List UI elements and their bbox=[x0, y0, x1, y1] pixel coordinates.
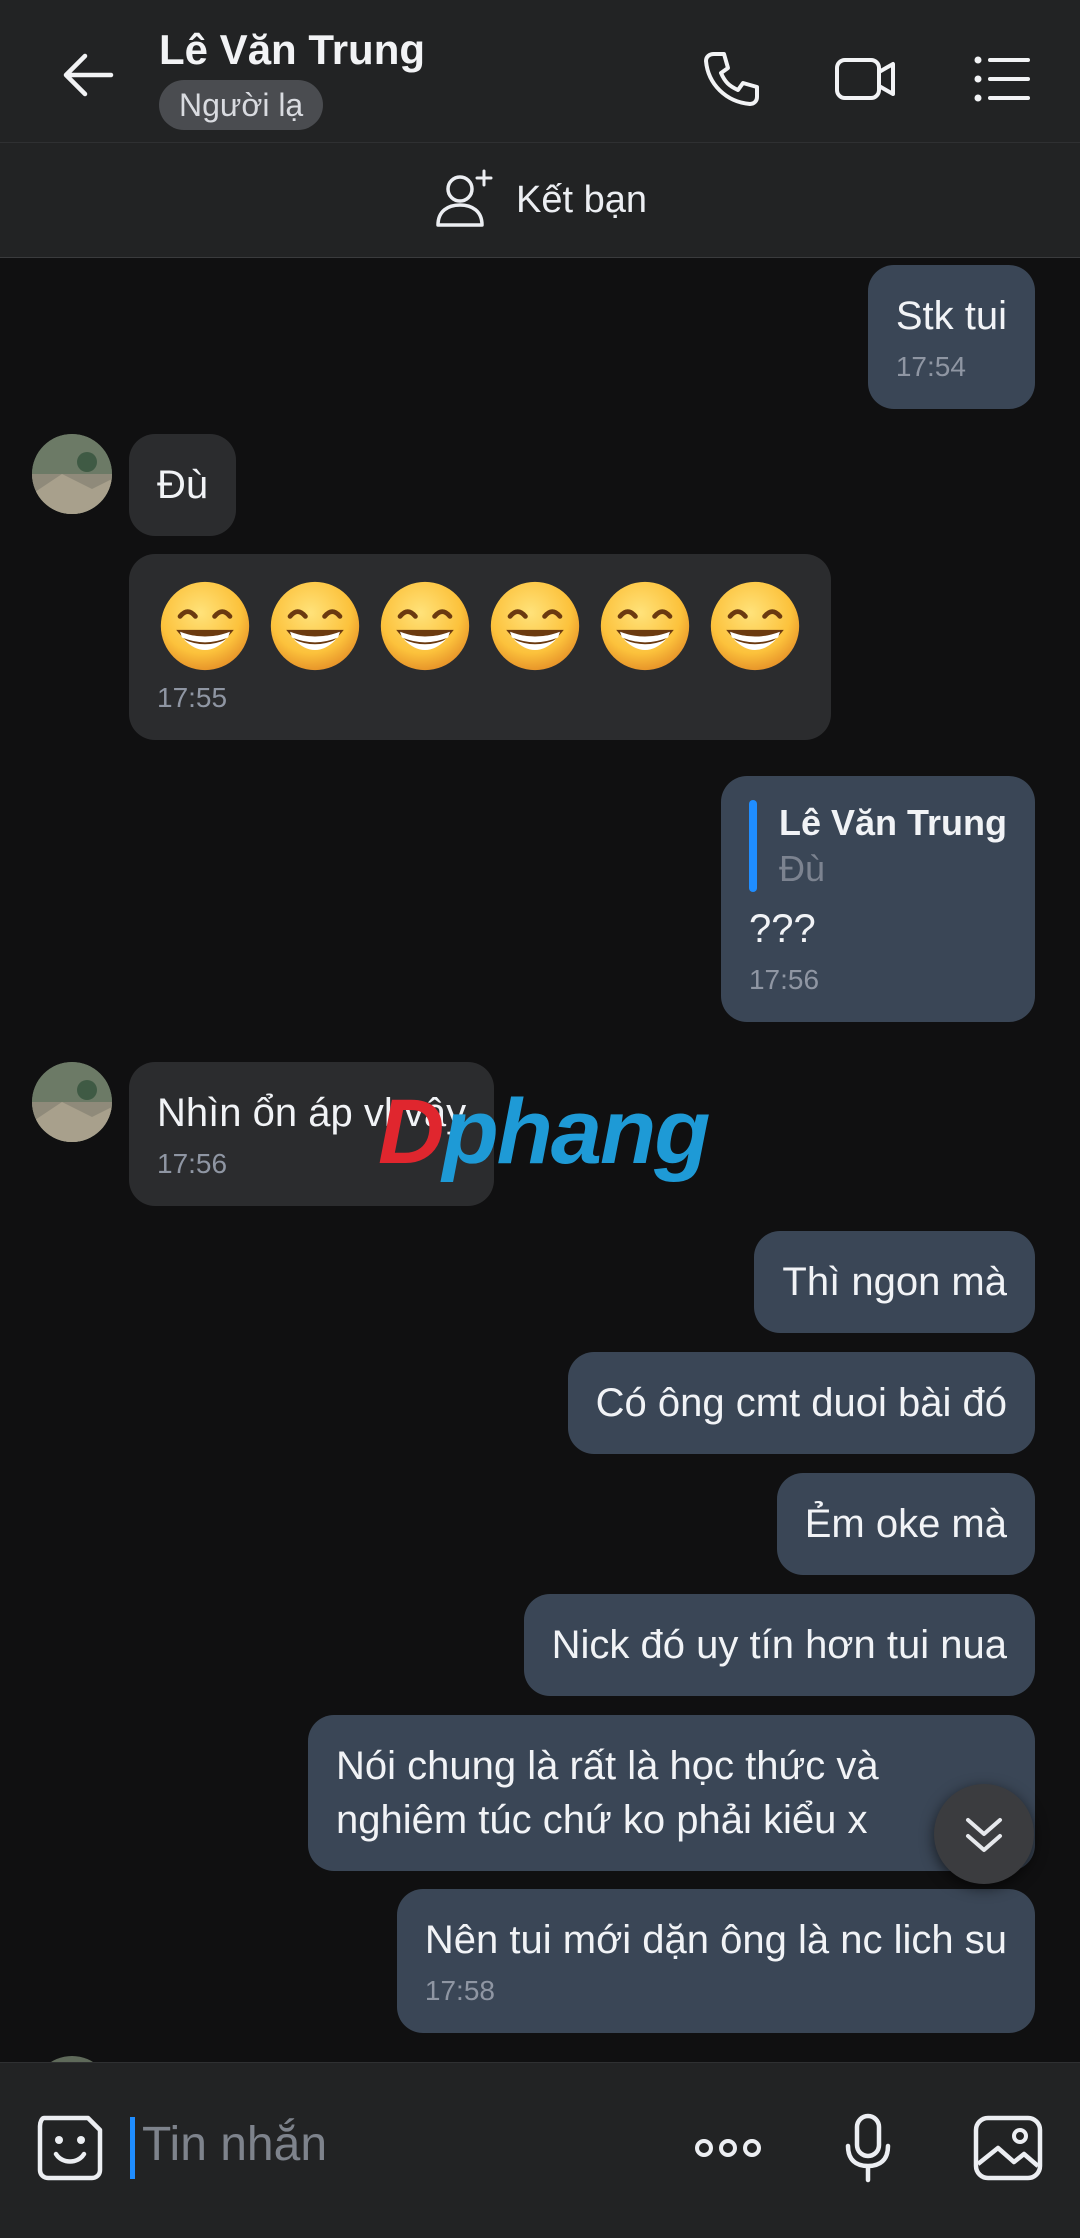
message-input-placeholder: Tin nhắn bbox=[142, 2118, 328, 2171]
chat-header: Lê Văn Trung Người lạ bbox=[0, 0, 1080, 142]
emoji-message-bubble[interactable]: 17:55 bbox=[129, 554, 831, 740]
sticker-icon[interactable] bbox=[30, 2108, 110, 2188]
avatar-photo bbox=[32, 1062, 112, 1142]
message-text: ??? bbox=[748, 907, 816, 951]
watermark-part-1: D bbox=[378, 1081, 444, 1183]
message-text-line: Nói chung là rất là học thức và bbox=[336, 1744, 879, 1788]
message-time: 17:58 bbox=[424, 1975, 495, 2006]
message-composer: Tin nhắn bbox=[0, 2062, 1080, 2238]
phone-icon[interactable] bbox=[696, 44, 766, 114]
message-time: 17:56 bbox=[748, 964, 820, 995]
message-text: Ẻm oke mà bbox=[804, 1502, 1007, 1546]
text-caret bbox=[130, 2117, 135, 2179]
quoted-message[interactable]: Lê Văn Trung Đù bbox=[748, 800, 1007, 892]
add-friend-icon bbox=[436, 169, 493, 227]
message-bubble-outgoing[interactable]: Stk tui 17:54 bbox=[867, 265, 1035, 409]
message-time: 17:55 bbox=[157, 682, 228, 713]
add-friend-button[interactable]: Kết bạn bbox=[432, 165, 647, 235]
scroll-to-bottom-button[interactable] bbox=[934, 1784, 1034, 1884]
quote-accent-bar bbox=[748, 800, 757, 892]
message-bubble-outgoing[interactable]: Ẻm oke mà bbox=[776, 1473, 1035, 1575]
video-call-icon[interactable] bbox=[831, 44, 901, 114]
message-bubble-outgoing[interactable]: Có ông cmt duoi bài đó bbox=[567, 1352, 1035, 1454]
message-input[interactable]: Tin nhắn bbox=[130, 2103, 650, 2193]
message-time: 17:54 bbox=[895, 351, 966, 382]
message-text-line: nghiêm túc chứ ko phải kiểu x bbox=[336, 1798, 868, 1842]
message-text: Stk tui bbox=[895, 294, 1007, 338]
stranger-badge: Người lạ bbox=[159, 80, 324, 130]
message-bubble-outgoing[interactable]: Nói chung là rất là học thức và nghiêm t… bbox=[308, 1715, 1035, 1871]
message-bubble-outgoing[interactable]: Thì ngon mà bbox=[754, 1231, 1035, 1333]
grinning-face-emoji bbox=[380, 581, 470, 671]
message-bubble-incoming[interactable]: Đù bbox=[129, 434, 237, 536]
add-friend-bar: Kết bạn bbox=[0, 142, 1080, 258]
reply-message-bubble[interactable]: Lê Văn Trung Đù ??? 17:56 bbox=[720, 776, 1035, 1022]
list-menu-icon[interactable] bbox=[966, 44, 1036, 114]
grinning-face-emoji bbox=[710, 581, 800, 671]
message-text: Đù bbox=[157, 463, 209, 507]
chevron-double-down-icon bbox=[966, 1818, 1002, 1852]
grinning-face-emoji bbox=[270, 581, 360, 671]
add-friend-label: Kết bạn bbox=[516, 178, 647, 221]
grinning-face-emoji bbox=[600, 581, 690, 671]
grinning-face-emoji bbox=[160, 581, 250, 671]
more-options-icon[interactable] bbox=[688, 2108, 768, 2188]
back-arrow-icon[interactable] bbox=[55, 40, 125, 110]
emoji-row bbox=[157, 578, 803, 674]
avatar[interactable] bbox=[32, 434, 112, 514]
grinning-face-emoji bbox=[490, 581, 580, 671]
message-text: Có ông cmt duoi bài đó bbox=[595, 1381, 1007, 1425]
message-bubble-outgoing[interactable]: Nên tui mới dặn ông là nc lich su 17:58 bbox=[396, 1889, 1035, 2033]
quote-author: Lê Văn Trung bbox=[778, 802, 1007, 843]
watermark: Dphang bbox=[378, 1080, 710, 1185]
avatar-photo bbox=[32, 434, 112, 514]
microphone-icon[interactable] bbox=[828, 2108, 908, 2188]
message-bubble-outgoing[interactable]: Nick đó uy tín hơn tui nua bbox=[523, 1594, 1035, 1696]
contact-name[interactable]: Lê Văn Trung bbox=[159, 26, 425, 74]
quote-text: Đù bbox=[778, 848, 825, 889]
avatar[interactable] bbox=[32, 1062, 112, 1142]
watermark-part-2: phang bbox=[442, 1081, 710, 1183]
message-text: Thì ngon mà bbox=[782, 1260, 1007, 1304]
image-icon[interactable] bbox=[968, 2108, 1048, 2188]
message-text: Nên tui mới dặn ông là nc lich su bbox=[424, 1918, 1007, 1962]
message-text: Nick đó uy tín hơn tui nua bbox=[551, 1623, 1007, 1667]
